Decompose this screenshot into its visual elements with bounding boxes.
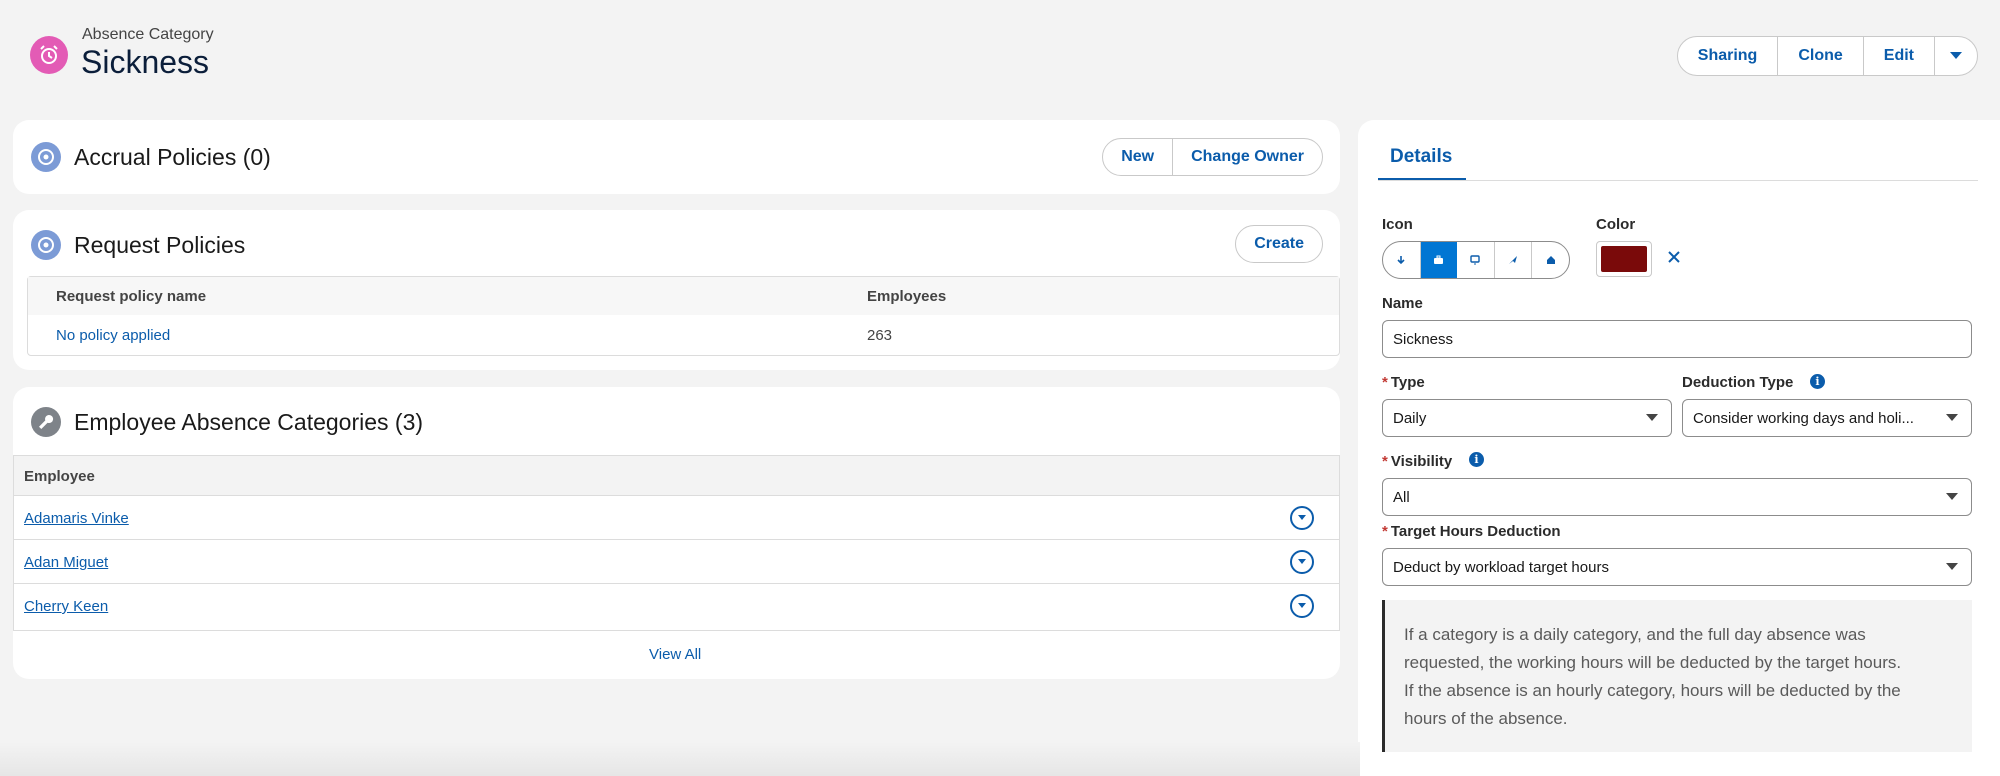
row-action-chevron-icon[interactable] xyxy=(1290,594,1314,618)
color-label: Color xyxy=(1596,216,1636,233)
request-policies-title: Request Policies xyxy=(74,232,246,258)
help-text: If a category is a daily category, and t… xyxy=(1404,625,1902,728)
employee-absence-categories-title: Employee Absence Categories (3) xyxy=(74,409,424,435)
wrench-icon xyxy=(31,407,61,437)
info-icon[interactable]: i xyxy=(1810,374,1825,389)
name-label: Name xyxy=(1382,295,1423,312)
help-text-box: If a category is a daily category, and t… xyxy=(1382,600,1972,752)
page-title: Sickness xyxy=(81,44,210,80)
target-hours-label: * Target Hours Deduction xyxy=(1382,523,1561,540)
accrual-policies-title: Accrual Policies (0) xyxy=(74,144,271,170)
color-swatch[interactable] xyxy=(1596,241,1652,277)
tab-bar-divider xyxy=(1378,180,1978,181)
policy-name-link[interactable]: No policy applied xyxy=(56,327,170,344)
chevron-down-icon xyxy=(1946,414,1958,421)
target-hours-value: Deduct by workload target hours xyxy=(1393,558,1609,576)
icon-option-plane-icon[interactable] xyxy=(1495,242,1533,278)
icon-option-briefcase-icon[interactable] xyxy=(1420,242,1458,278)
icon-option-down-arrow-icon[interactable] xyxy=(1383,242,1421,278)
icon-picker xyxy=(1382,241,1570,279)
column-header-employees: Employees xyxy=(867,288,947,305)
alarm-clock-icon xyxy=(30,36,68,74)
create-button[interactable]: Create xyxy=(1236,226,1322,262)
policy-icon xyxy=(31,142,61,172)
record-actions: Sharing Clone Edit xyxy=(1676,36,1978,76)
chevron-down-icon xyxy=(1646,414,1658,421)
deduction-type-select[interactable]: Consider working days and holi... xyxy=(1682,399,1972,437)
table-header xyxy=(28,277,1339,315)
tab-details[interactable]: Details xyxy=(1390,146,1452,168)
new-button[interactable]: New xyxy=(1103,139,1174,175)
employee-link[interactable]: Adamaris Vinke xyxy=(24,510,129,527)
table-row: Adan Miguet xyxy=(14,540,1339,584)
table-row: Cherry Keen xyxy=(14,584,1339,628)
accrual-actions: New Change Owner xyxy=(1102,138,1323,176)
target-hours-select[interactable]: Deduct by workload target hours xyxy=(1382,548,1972,586)
info-icon[interactable]: i xyxy=(1469,452,1484,467)
column-header-employee: Employee xyxy=(24,468,95,485)
row-action-chevron-icon[interactable] xyxy=(1290,506,1314,530)
edit-button[interactable]: Edit xyxy=(1864,37,1935,75)
employee-absence-categories-card: Employee Absence Categories (3) Employee… xyxy=(13,387,1340,679)
visibility-label: * Visibility xyxy=(1382,453,1453,470)
request-policies-card: Request Policies Create Request policy n… xyxy=(13,210,1340,370)
policy-icon xyxy=(31,230,61,260)
details-panel: Details Icon Color Name Sickness * Type D… xyxy=(1358,120,2000,776)
request-policies-table: Request policy name Employees No policy … xyxy=(27,276,1340,356)
employee-link[interactable]: Cherry Keen xyxy=(24,598,108,615)
employee-link[interactable]: Adan Miguet xyxy=(24,554,108,571)
type-label: * Type xyxy=(1382,374,1425,391)
deduction-type-label: Deduction Type xyxy=(1682,374,1794,391)
view-all-link[interactable]: View All xyxy=(649,646,701,663)
type-value: Daily xyxy=(1393,409,1427,427)
deduction-type-value: Consider working days and holi... xyxy=(1693,409,1914,427)
clear-color-icon[interactable] xyxy=(1667,250,1681,269)
icon-label: Icon xyxy=(1382,216,1413,233)
chevron-down-icon xyxy=(1950,52,1962,59)
clone-button[interactable]: Clone xyxy=(1778,37,1864,75)
employees-count: 263 xyxy=(867,327,893,344)
icon-option-monitor-icon[interactable] xyxy=(1457,242,1495,278)
chevron-down-icon xyxy=(1946,563,1958,570)
accrual-policies-card: Accrual Policies (0) New Change Owner xyxy=(13,120,1340,194)
record-object-type: Absence Category xyxy=(82,26,214,43)
visibility-select[interactable]: All xyxy=(1382,478,1972,516)
more-actions-button[interactable] xyxy=(1935,37,1977,75)
column-header-policy-name: Request policy name xyxy=(56,288,207,305)
sharing-button[interactable]: Sharing xyxy=(1678,37,1779,75)
visibility-value: All xyxy=(1393,488,1410,506)
change-owner-button[interactable]: Change Owner xyxy=(1173,139,1322,175)
chevron-down-icon xyxy=(1946,493,1958,500)
create-button-wrap: Create xyxy=(1235,225,1323,263)
name-input[interactable]: Sickness xyxy=(1382,320,1972,358)
bottom-shadow xyxy=(0,742,1360,776)
row-action-chevron-icon[interactable] xyxy=(1290,550,1314,574)
table-row: Adamaris Vinke xyxy=(14,496,1339,540)
color-swatch-fill xyxy=(1601,246,1647,272)
table-header xyxy=(14,456,1339,496)
icon-option-home-icon[interactable] xyxy=(1532,242,1569,278)
type-select[interactable]: Daily xyxy=(1382,399,1672,437)
employees-table: Employee Adamaris Vinke Adan Miguet Cher… xyxy=(13,455,1340,631)
